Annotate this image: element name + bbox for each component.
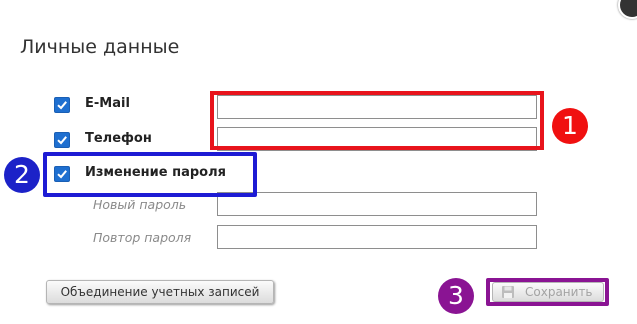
email-checkbox[interactable] — [54, 97, 70, 113]
phone-checkbox[interactable] — [54, 132, 70, 148]
step-badge-2: 2 — [4, 157, 40, 193]
email-label: E-Mail — [85, 96, 130, 111]
phone-label: Телефон — [85, 131, 152, 146]
highlight-box-3 — [486, 278, 609, 306]
highlight-box-2 — [43, 152, 257, 197]
repeat-password-field[interactable] — [217, 225, 537, 249]
personal-data-dialog: Личные данные E-Mail Телефон Изменение п… — [0, 0, 637, 324]
checkmark-icon — [57, 101, 67, 110]
merge-accounts-button[interactable]: Объединение учетных записей — [46, 280, 274, 304]
step-badge-3: 3 — [438, 278, 474, 314]
highlight-box-1 — [210, 91, 544, 150]
repeat-password-label: Повтор пароля — [93, 230, 192, 245]
dialog-title: Личные данные — [20, 36, 180, 58]
close-icon[interactable] — [618, 0, 637, 19]
new-password-label: Новый пароль — [93, 197, 187, 212]
new-password-field[interactable] — [217, 192, 537, 216]
step-badge-1: 1 — [552, 108, 588, 144]
checkmark-icon — [57, 136, 67, 145]
